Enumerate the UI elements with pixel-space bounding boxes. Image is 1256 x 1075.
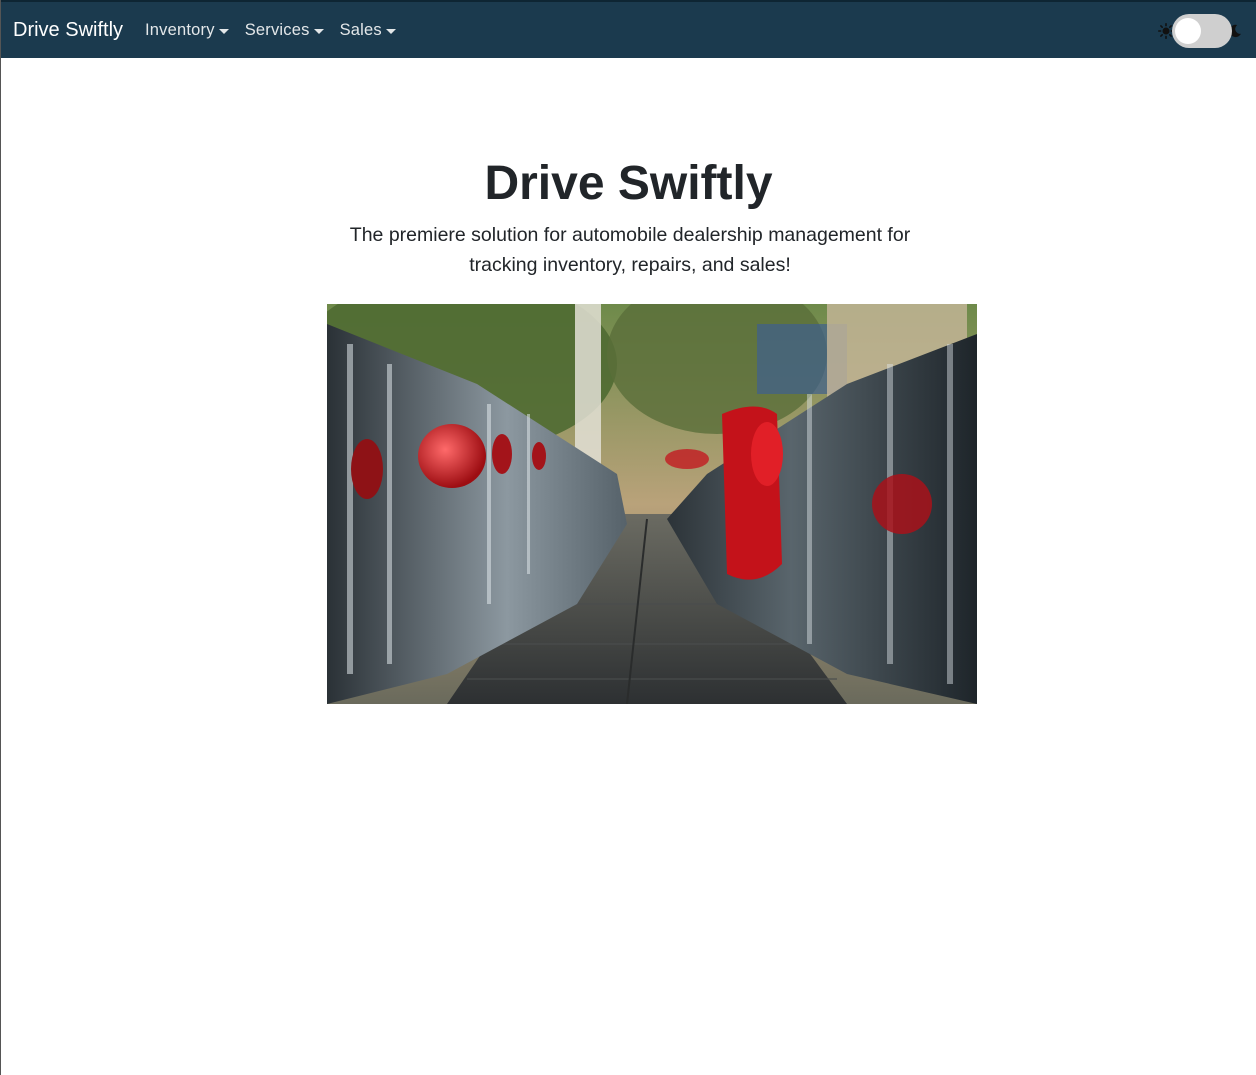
nav-dropdown-sales[interactable]: Sales (332, 21, 404, 40)
caret-down-icon (313, 28, 324, 34)
nav-dropdown-label: Services (244, 20, 310, 39)
car-lot-photo (327, 304, 977, 704)
car-lot-illustration (327, 304, 977, 704)
nav-dropdown-services[interactable]: Services (237, 21, 332, 40)
dark-mode-switch[interactable] (1172, 14, 1232, 48)
navbar: Drive Swiftly Inventory Services Sales (1, 0, 1256, 58)
theme-toggle (1158, 13, 1242, 49)
nav-dropdown-label: Sales (339, 20, 382, 39)
nav-dropdown-inventory[interactable]: Inventory (137, 21, 237, 40)
caret-down-icon (218, 28, 229, 34)
caret-down-icon (385, 28, 396, 34)
brand-link[interactable]: Drive Swiftly (13, 19, 123, 42)
nav-dropdown-label: Inventory (145, 20, 215, 39)
switch-knob (1175, 18, 1201, 44)
page-title: Drive Swiftly (484, 157, 773, 210)
hero-lead-text: The premiere solution for automobile dea… (349, 224, 911, 276)
